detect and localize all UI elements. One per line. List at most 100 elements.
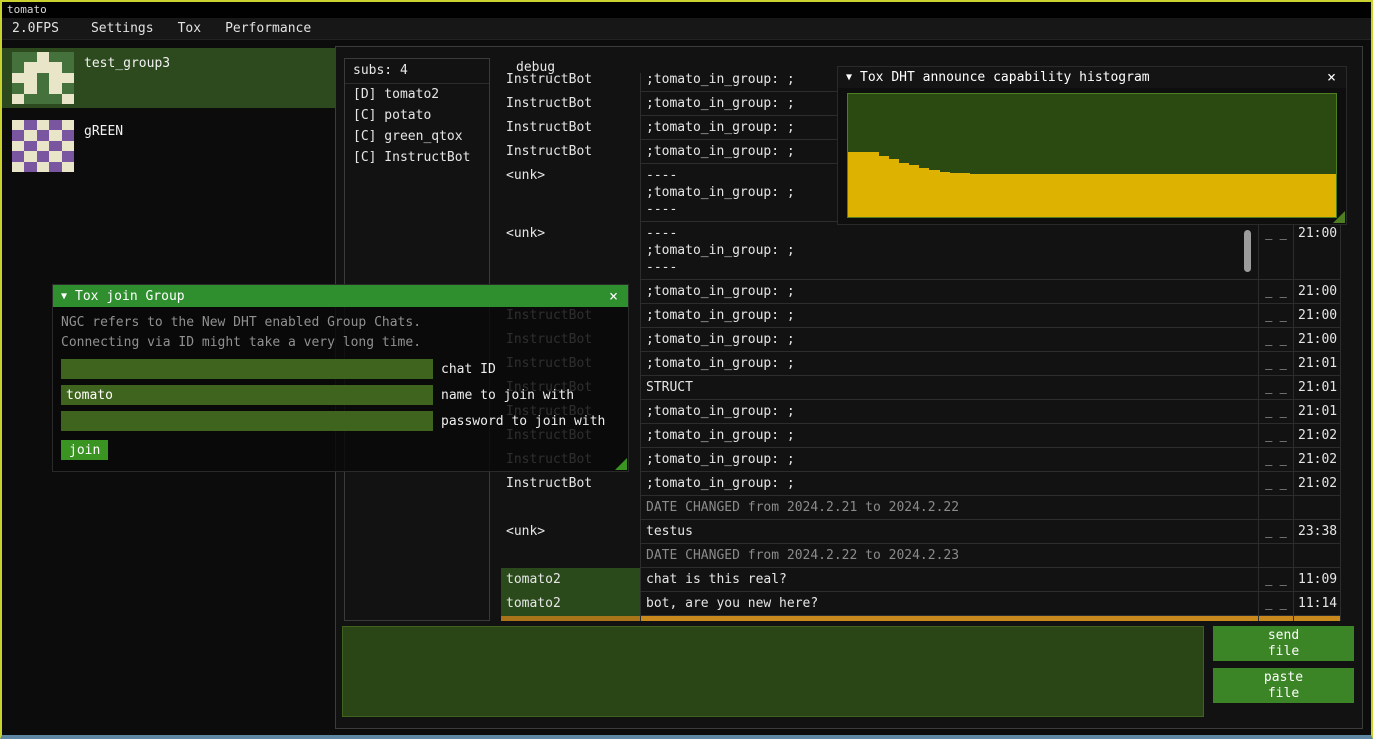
field-row-chat-id: chat ID — [61, 359, 620, 379]
chat-date-separator: DATE CHANGED from 2024.2.22 to 2024.2.23 — [640, 544, 1258, 568]
join-group-body: NGC refers to the New DHT enabled Group … — [53, 307, 628, 466]
join-button[interactable]: join — [61, 440, 108, 460]
dht-histogram-window: ▼ Tox DHT announce capability histogram … — [837, 66, 1347, 225]
group-item-gREEN[interactable]: gREEN — [2, 116, 335, 176]
histogram-bar — [1204, 174, 1214, 217]
chat-scrollbar-thumb[interactable] — [1244, 230, 1251, 272]
histogram-bar — [1194, 174, 1204, 217]
group-item-test_group3[interactable]: test_group3 — [2, 48, 335, 108]
histogram-bar — [1092, 174, 1102, 217]
chat-sender: tomato2 — [501, 568, 640, 592]
dht-histogram-titlebar: ▼ Tox DHT announce capability histogram … — [838, 67, 1346, 88]
resize-grip[interactable] — [1333, 211, 1345, 223]
menu-item-performance[interactable]: Performance — [213, 21, 323, 36]
chat-status: _ _ — [1258, 352, 1293, 376]
close-icon[interactable]: × — [1325, 70, 1338, 85]
chat-status: _ _ — [1258, 400, 1293, 424]
collapse-arrow-icon[interactable]: ▼ — [61, 291, 67, 302]
histogram-bar — [899, 163, 909, 217]
chat-message: No, I've been in this group for quite so… — [640, 616, 1258, 621]
histogram-bar — [1235, 174, 1245, 217]
histogram-bar — [1153, 174, 1163, 217]
title-bar: tomato — [2, 2, 1371, 18]
app-window: tomato 2.0FPS SettingsToxPerformance tes… — [0, 0, 1373, 739]
chat-status: _ _ — [1258, 448, 1293, 472]
chat-status: d — [1258, 616, 1293, 621]
histogram-bar — [1001, 174, 1011, 217]
chat-date-separator: DATE CHANGED from 2024.2.21 to 2024.2.22 — [640, 496, 1258, 520]
chat-timestamp: 21:00 — [1293, 328, 1341, 352]
histogram-bar — [990, 174, 1000, 217]
chat-timestamp: 23:38 — [1293, 520, 1341, 544]
menu-item-settings[interactable]: Settings — [79, 21, 166, 36]
chat-sender: InstructBot — [501, 116, 640, 140]
chat-message: ;tomato_in_group: ; — [640, 352, 1258, 376]
chat-status — [1258, 496, 1293, 520]
chat-status: _ _ — [1258, 592, 1293, 616]
window-title: tomato — [7, 3, 47, 16]
histogram-bar — [1031, 174, 1041, 217]
histogram-bar — [858, 152, 868, 217]
chat-timestamp: 21:01 — [1293, 352, 1341, 376]
histogram-bar — [1174, 174, 1184, 217]
histogram-bar — [1041, 174, 1051, 217]
field-row-password: password to join with — [61, 411, 620, 431]
send-file-button[interactable]: send file — [1213, 626, 1354, 661]
histogram-bar — [1296, 174, 1306, 217]
member-row-tomato2[interactable]: [D] tomato2 — [345, 84, 489, 105]
chat-message: STRUCT — [640, 376, 1258, 400]
histogram-bar — [1112, 174, 1122, 217]
histogram-bar — [1021, 174, 1031, 217]
histogram-bar — [1072, 174, 1082, 217]
histogram-bar — [1123, 174, 1133, 217]
paste-file-button[interactable]: paste file — [1213, 668, 1354, 703]
field-row-name: name to join with — [61, 385, 620, 405]
chat-timestamp: 11:09 — [1293, 568, 1341, 592]
close-icon[interactable]: × — [607, 289, 620, 304]
histogram-bar — [1102, 174, 1112, 217]
chat-sender: InstructBot — [501, 616, 640, 621]
chat-message: ;tomato_in_group: ; — [640, 328, 1258, 352]
chat-timestamp: 21:00 — [1293, 280, 1341, 304]
chat-status: _ _ — [1258, 472, 1293, 496]
histogram-bar — [848, 152, 858, 217]
chat-message: ;tomato_in_group: ; — [640, 304, 1258, 328]
chat-message: ;tomato_in_group: ; — [640, 424, 1258, 448]
member-row-potato[interactable]: [C] potato — [345, 105, 489, 126]
histogram-plot — [847, 93, 1337, 218]
chat-timestamp: 21:00 — [1293, 304, 1341, 328]
histogram-bar — [889, 159, 899, 217]
chat-message: ;tomato_in_group: ; — [640, 448, 1258, 472]
member-row-InstructBot[interactable]: [C] InstructBot — [345, 147, 489, 168]
chat-sender: <unk> — [501, 520, 640, 544]
chat-id-label: chat ID — [441, 362, 496, 377]
menu-bar: 2.0FPS SettingsToxPerformance — [2, 18, 1371, 40]
histogram-bar — [1245, 174, 1255, 217]
chat-timestamp: 11:15 — [1293, 616, 1341, 621]
join-group-titlebar: ▼ Tox join Group × — [53, 285, 628, 307]
join-note-line2: Connecting via ID might take a very long… — [61, 333, 620, 353]
join-password-input[interactable] — [61, 411, 433, 431]
message-input[interactable] — [342, 626, 1204, 717]
chat-status: _ _ — [1258, 304, 1293, 328]
histogram-bar — [1285, 174, 1295, 217]
chat-sender: tomato2 — [501, 592, 640, 616]
chat-status: _ _ — [1258, 222, 1293, 280]
members-header: subs: 4 — [345, 59, 489, 84]
histogram-bar — [1306, 174, 1316, 217]
menu-item-tox[interactable]: Tox — [166, 21, 213, 36]
join-note-line1: NGC refers to the New DHT enabled Group … — [61, 313, 620, 333]
histogram-bar — [1255, 174, 1265, 217]
member-row-green_qtox[interactable]: [C] green_qtox — [345, 126, 489, 147]
chat-id-input[interactable] — [61, 359, 433, 379]
chat-sender: <unk> — [501, 164, 640, 222]
histogram-bar — [1214, 174, 1224, 217]
collapse-arrow-icon[interactable]: ▼ — [846, 72, 852, 83]
chat-message: chat is this real? — [640, 568, 1258, 592]
chat-message: ;tomato_in_group: ; — [640, 400, 1258, 424]
resize-grip[interactable] — [615, 458, 627, 470]
members-list: [D] tomato2[C] potato[C] green_qtox[C] I… — [345, 84, 489, 168]
join-name-input[interactable] — [61, 385, 433, 405]
chat-status: _ _ — [1258, 328, 1293, 352]
group-name: test_group3 — [84, 52, 170, 71]
